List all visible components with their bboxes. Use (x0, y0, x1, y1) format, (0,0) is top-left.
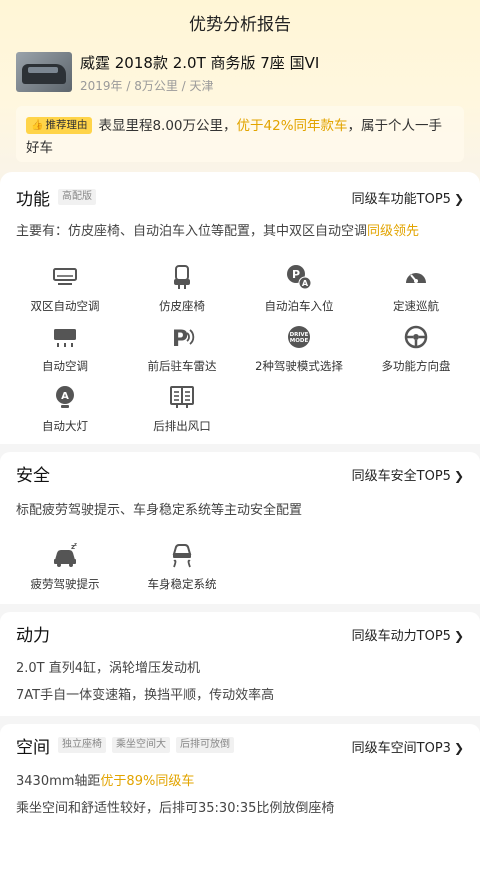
car-meta: 2019年 / 8万公里 / 天津 (80, 79, 214, 93)
function-top5-link[interactable]: 同级车功能TOP5 ❯ (352, 188, 464, 207)
space-top3-link[interactable]: 同级车空间TOP3 ❯ (352, 737, 464, 756)
report-header: 优势分析报告 威霆 2018款 2.0T 商务版 7座 国VI 2019年 / … (0, 0, 480, 190)
section-title: 动力 (16, 625, 50, 646)
seat-icon (174, 265, 190, 289)
reason-highlight: 优于42%同年款车 (236, 118, 348, 134)
safety-desc: 标配疲劳驾驶提示、车身稳定系统等主动安全配置 (16, 503, 303, 518)
reason-text-before: 表显里程8.00万公里， (98, 118, 237, 134)
tag: 后排可放倒 (176, 737, 234, 753)
feature-ac[interactable]: 自动空调 (5, 324, 125, 374)
svg-text:MODE: MODE (290, 338, 309, 344)
svg-text:A: A (302, 279, 309, 288)
chevron-right-icon: ❯ (453, 629, 464, 643)
car-name: 威霆 2018款 2.0T 商务版 7座 国VI (80, 54, 320, 72)
recommend-badge: 👍 推荐理由 (26, 117, 93, 134)
feature-stability[interactable]: 车身稳定系统 (122, 542, 242, 592)
steering-wheel-icon (404, 325, 428, 349)
feature-cruise[interactable]: 定速巡航 (356, 264, 476, 314)
space-section: 空间 独立座椅 乘坐空间大 后排可放倒 同级车空间TOP3 ❯ 3430mm轴距优… (0, 724, 480, 875)
tag: 高配版 (58, 189, 96, 205)
space-comfort: 乘坐空间和舒适性较好，后排可35:30:35比例放倒座椅 (16, 801, 335, 816)
power-engine: 2.0T 直列4缸，涡轮增压发动机 (16, 661, 201, 676)
dual-ac-icon (53, 268, 77, 285)
function-desc: 主要有：仿皮座椅、自动泊车入位等配置，其中双区自动空调同级领先 (16, 224, 420, 239)
section-title: 安全 (16, 465, 50, 486)
function-section: 功能 高配版 同级车功能TOP5 ❯ 主要有：仿皮座椅、自动泊车入位等配置，其中双… (0, 172, 480, 444)
section-title: 空间 (16, 737, 50, 758)
space-wheelbase: 3430mm轴距优于89%同级车 (16, 774, 195, 789)
feature-steering-wheel[interactable]: 多功能方向盘 (356, 324, 476, 374)
auto-headlight-icon: A (56, 386, 74, 408)
rear-vent-icon (170, 386, 194, 408)
page-title: 优势分析报告 (189, 15, 291, 35)
feature-rear-vent[interactable]: 后排出风口 (122, 384, 242, 434)
fatigue-alert-icon: zz (54, 542, 77, 567)
feature-drive-mode[interactable]: DRIVE MODE 2种驾驶模式选择 (239, 324, 359, 374)
power-top5-link[interactable]: 同级车动力TOP5 ❯ (352, 625, 464, 644)
safety-section: 安全 同级车安全TOP5 ❯ 标配疲劳驾驶提示、车身稳定系统等主动安全配置 zz … (0, 452, 480, 604)
divider (0, 716, 480, 724)
divider (0, 444, 480, 452)
car-thumbnail[interactable] (16, 52, 72, 92)
svg-text:z: z (74, 542, 77, 548)
cruise-icon (406, 273, 426, 283)
tag: 乘坐空间大 (112, 737, 170, 753)
feature-auto-headlight[interactable]: A 自动大灯 (5, 384, 125, 434)
feature-auto-park[interactable]: PA 自动泊车入位 (239, 264, 359, 314)
safety-top5-link[interactable]: 同级车安全TOP5 ❯ (352, 465, 464, 484)
chevron-right-icon: ❯ (453, 469, 464, 483)
feature-seat[interactable]: 仿皮座椅 (122, 264, 242, 314)
section-title: 功能 (16, 189, 50, 210)
power-section: 动力 同级车动力TOP5 ❯ 2.0T 直列4缸，涡轮增压发动机 7AT手自一体变… (0, 612, 480, 716)
auto-park-icon: PA (287, 265, 312, 290)
power-transmission: 7AT手自一体变速箱，换挡平顺，传动效率高 (16, 688, 275, 703)
tag: 独立座椅 (58, 737, 106, 753)
feature-fatigue-alert[interactable]: zz 疲劳驾驶提示 (5, 542, 125, 592)
parking-radar-icon: P (172, 327, 195, 350)
thumbs-up-icon: 👍 (31, 120, 44, 131)
stability-icon (172, 544, 192, 568)
svg-text:P: P (292, 268, 300, 281)
svg-text:A: A (61, 391, 69, 402)
feature-dual-ac[interactable]: 双区自动空调 (5, 264, 125, 314)
recommendation-box: 👍 推荐理由 表显里程8.00万公里，优于42%同年款车，属于个人一手好车 (16, 106, 464, 162)
divider (0, 604, 480, 612)
ac-icon (54, 329, 76, 347)
chevron-right-icon: ❯ (453, 741, 464, 755)
svg-text:P: P (172, 327, 188, 350)
chevron-right-icon: ❯ (453, 192, 464, 206)
feature-parking-radar[interactable]: P 前后驻车雷达 (122, 324, 242, 374)
drive-mode-icon: DRIVEMODE (288, 326, 310, 348)
